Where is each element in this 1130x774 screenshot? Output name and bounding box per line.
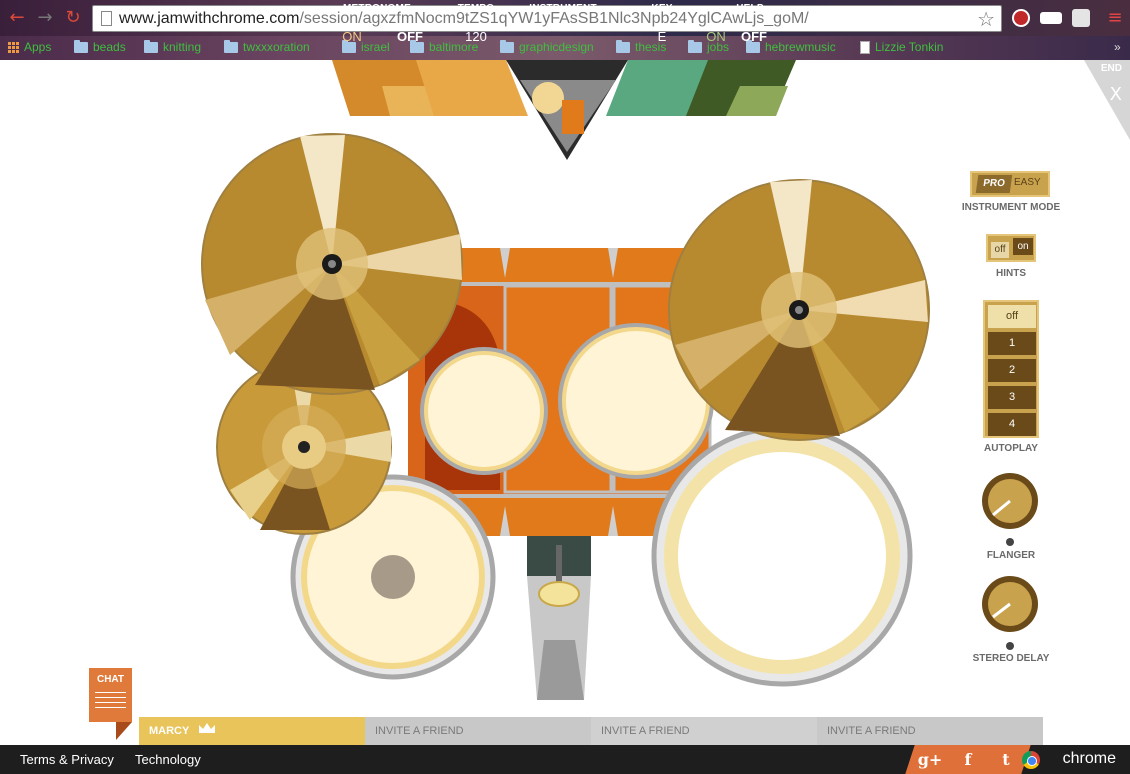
twitter-icon: t (1002, 750, 1010, 769)
invite-friend-slot[interactable]: INVITE A FRIEND (817, 717, 1043, 745)
invite-friend-slot[interactable]: INVITE A FRIEND (591, 717, 817, 745)
snare-center (371, 555, 415, 599)
hints-label: HINTS (996, 268, 1026, 279)
instrument-mode-toggle[interactable]: PRO EASY (970, 171, 1050, 197)
chat-tab[interactable]: CHAT (89, 668, 132, 722)
ride-cymbal[interactable] (668, 179, 930, 441)
chrome-logo-icon (1022, 751, 1040, 769)
drum-kit (201, 133, 1038, 700)
invite-label: INVITE A FRIEND (827, 725, 916, 737)
hints-toggle[interactable]: off on (986, 234, 1036, 262)
hints-on[interactable]: on (1013, 238, 1033, 255)
instrument-mode-label: INSTRUMENT MODE (961, 202, 1061, 213)
footer: Terms & Privacy Technology g+ f t chrome (0, 745, 1130, 774)
flanger-knob[interactable] (982, 473, 1038, 546)
autoplay-1[interactable]: 1 (988, 332, 1036, 355)
stereo-delay-label: STEREO DELAY (972, 653, 1050, 664)
player-bar: MARCY INVITE A FRIEND INVITE A FRIEND IN… (139, 717, 1043, 745)
chat-lines-icon (95, 692, 126, 712)
autoplay-off[interactable]: off (988, 305, 1036, 328)
invite-label: INVITE A FRIEND (601, 725, 690, 737)
invite-label: INVITE A FRIEND (375, 725, 464, 737)
flanger-label: FLANGER (986, 550, 1036, 561)
crash-cymbal[interactable] (201, 133, 463, 395)
crown-icon (198, 717, 216, 745)
invite-friend-slot[interactable]: INVITE A FRIEND (365, 717, 591, 745)
player-name: MARCY (149, 725, 190, 737)
chrome-brand[interactable]: chrome (1063, 750, 1116, 768)
tom-1[interactable] (428, 355, 540, 467)
autoplay-3[interactable]: 3 (988, 386, 1036, 409)
technology-link[interactable]: Technology (135, 752, 201, 767)
pedal-beater[interactable] (538, 581, 580, 607)
floor-tom[interactable] (678, 452, 886, 660)
hints-off[interactable]: off (991, 242, 1009, 258)
terms-link[interactable]: Terms & Privacy (20, 752, 114, 767)
player-slot-current: MARCY (139, 717, 365, 745)
mode-pro[interactable]: PRO (975, 175, 1013, 193)
stereo-delay-knob[interactable] (982, 576, 1038, 650)
pedal-rod (556, 545, 562, 585)
chat-tab-fold (116, 722, 132, 740)
chat-label: CHAT (96, 674, 125, 685)
autoplay-label: AUTOPLAY (984, 443, 1038, 454)
autoplay-2[interactable]: 2 (988, 359, 1036, 382)
autoplay-4[interactable]: 4 (988, 413, 1036, 436)
autoplay-list: off 1 2 3 4 (983, 300, 1039, 438)
mode-easy[interactable]: EASY (1014, 177, 1041, 188)
